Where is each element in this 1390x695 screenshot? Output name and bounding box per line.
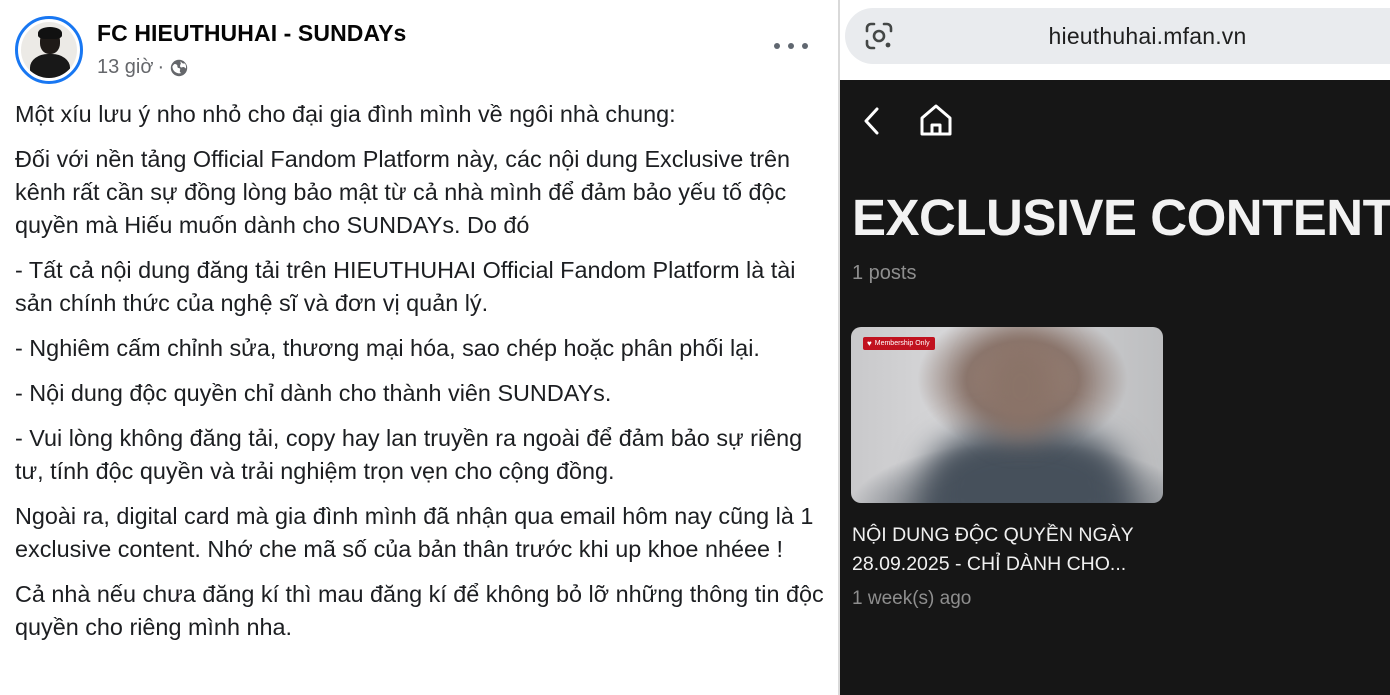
post-time[interactable]: 13 giờ	[97, 56, 153, 79]
post-paragraph: - Tất cả nội dung đăng tải trên HIEUTHUH…	[15, 257, 796, 316]
page-title: EXCLUSIVE CONTENT	[852, 189, 1390, 246]
post-paragraph: - Nội dung độc quyền chỉ dành cho thành …	[15, 380, 612, 406]
chevron-left-icon[interactable]	[860, 104, 884, 138]
more-options-icon[interactable]	[774, 34, 808, 58]
heart-icon: ♥	[867, 339, 872, 348]
post-body: Một xíu lưu ý nho nhỏ cho đại gia đình m…	[15, 98, 830, 656]
post-time-ago: 1 week(s) ago	[852, 588, 972, 609]
globe-icon	[170, 59, 188, 76]
browser-toolbar: hieuthuhai.mfan.vn	[840, 0, 1390, 80]
membership-badge: ♥ Membership Only	[863, 337, 935, 350]
post-paragraph: Cả nhà nếu chưa đăng kí thì mau đăng kí …	[15, 581, 824, 640]
post-paragraph: Một xíu lưu ý nho nhỏ cho đại gia đình m…	[15, 101, 676, 127]
url-text[interactable]: hieuthuhai.mfan.vn	[845, 8, 1390, 64]
facebook-post: FC HIEUTHUHAI - SUNDAYs 13 giờ · Một xíu…	[0, 0, 838, 695]
post-meta: 13 giờ ·	[97, 56, 189, 79]
post-paragraph: - Vui lòng không đăng tải, copy hay lan …	[15, 425, 803, 484]
post-paragraph: Đối với nền tảng Official Fandom Platfor…	[15, 146, 791, 238]
address-bar[interactable]: hieuthuhai.mfan.vn	[845, 8, 1390, 64]
membership-badge-label: Membership Only	[874, 340, 930, 347]
avatar-photo	[21, 22, 77, 78]
page-avatar[interactable]	[15, 16, 83, 84]
post-thumbnail[interactable]: ♥ Membership Only	[851, 327, 1163, 503]
home-icon[interactable]	[918, 102, 954, 138]
post-paragraph: - Nghiêm cấm chỉnh sửa, thương mại hóa, …	[15, 335, 760, 361]
page-name[interactable]: FC HIEUTHUHAI - SUNDAYs	[97, 20, 406, 47]
post-paragraph: Ngoài ra, digital card mà gia đình mình …	[15, 503, 814, 562]
post-count: 1 posts	[852, 262, 917, 284]
meta-separator: ·	[157, 56, 165, 78]
post-title[interactable]: NỘI DUNG ĐỘC QUYỀN NGÀY 28.09.2025 - CHỈ…	[852, 521, 1182, 579]
